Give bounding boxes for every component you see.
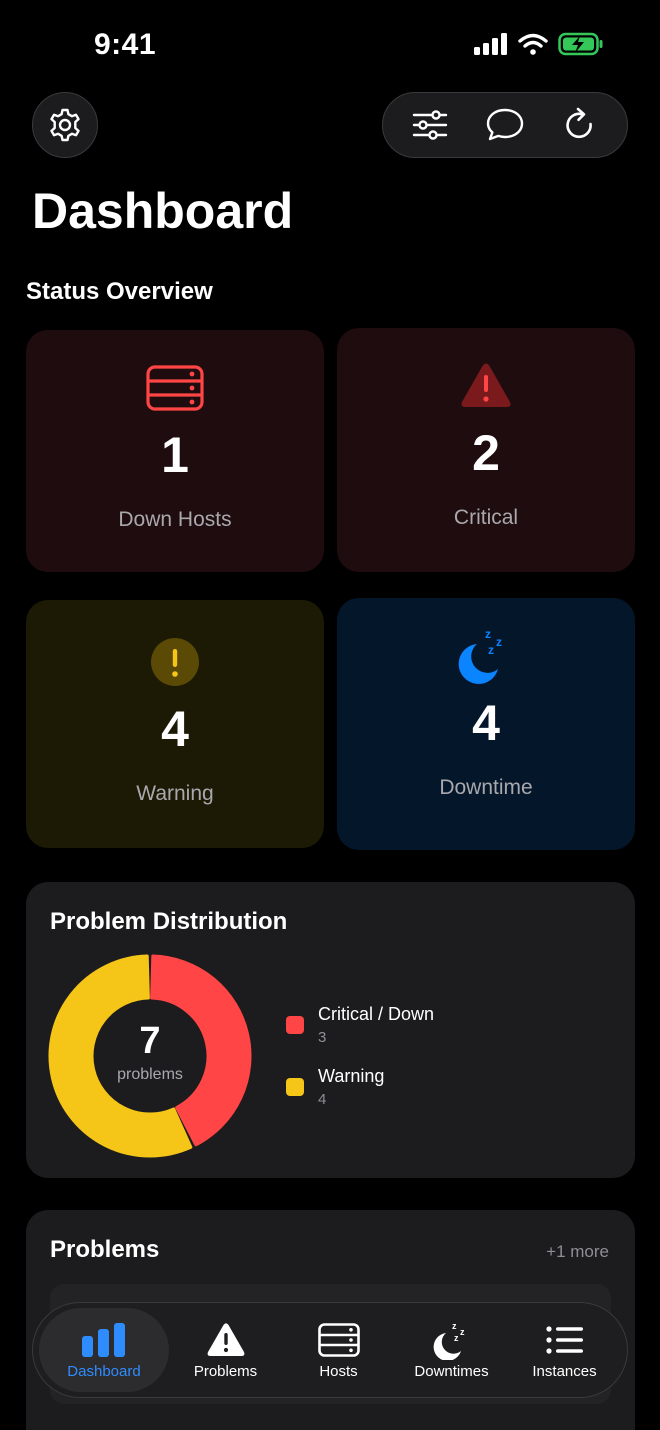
moon-zzz-icon: z z z	[433, 1321, 465, 1360]
critical-label: Critical	[453, 506, 519, 529]
distribution-title: Problem Distribution	[50, 908, 288, 935]
warning-label: Warning	[136, 782, 214, 805]
legend-value: 4	[318, 1091, 327, 1108]
wifi-icon	[518, 33, 548, 55]
header-actions	[382, 92, 628, 158]
tab-bar: Dashboard Problems Hosts z z z Downtimes…	[32, 1302, 628, 1398]
refresh-button[interactable]	[550, 95, 610, 155]
downtime-label: Downtime	[439, 776, 533, 799]
battery-charging-icon	[558, 32, 603, 56]
tab-downtimes[interactable]: z z z Downtimes	[395, 1308, 508, 1392]
svg-text:z: z	[496, 635, 502, 649]
critical-card[interactable]: 2 Critical	[337, 328, 635, 572]
legend-item-critical: Critical / Down 3	[286, 1004, 434, 1046]
filter-button[interactable]	[400, 95, 460, 155]
legend-value: 3	[318, 1029, 327, 1046]
tab-label: Problems	[193, 1362, 258, 1380]
status-bar: 9:41	[0, 0, 660, 90]
tab-hosts[interactable]: Hosts	[282, 1308, 395, 1392]
down-hosts-card[interactable]: 1 Down Hosts	[26, 330, 324, 572]
bar-chart-icon	[82, 1322, 125, 1357]
signal-icon	[474, 33, 507, 55]
screen: 9:41 Dashboard Status Overview 1 Down Ho…	[0, 0, 660, 1430]
down-hosts-label: Down Hosts	[118, 508, 232, 531]
sliders-icon	[413, 110, 448, 140]
tab-problems[interactable]: Problems	[169, 1308, 282, 1392]
status-icons	[474, 32, 604, 56]
legend-swatch-critical	[286, 1016, 304, 1034]
chat-bubble-icon	[486, 108, 524, 141]
tab-label: Hosts	[319, 1362, 358, 1380]
svg-text:z: z	[488, 643, 494, 657]
server-icon	[317, 1322, 360, 1357]
critical-count: 2	[472, 425, 500, 481]
distribution-legend: Critical / Down 3 Warning 4	[286, 1004, 434, 1128]
list-icon	[545, 1325, 583, 1354]
server-icon	[146, 365, 204, 411]
gear-icon	[50, 108, 80, 142]
donut-total: 7	[139, 1020, 161, 1062]
svg-text:z: z	[454, 1333, 459, 1343]
problem-distribution-panel: Problem Distribution 7 problems Critical…	[26, 882, 635, 1178]
tab-label: Instances	[532, 1362, 597, 1380]
chat-button[interactable]	[475, 95, 535, 155]
donut-caption: problems	[117, 1066, 183, 1083]
problems-title: Problems	[50, 1236, 160, 1263]
exclamation-circle-icon	[151, 638, 199, 686]
clock: 9:41	[94, 28, 157, 61]
page-title: Dashboard	[32, 183, 294, 239]
settings-button[interactable]	[32, 92, 98, 158]
tab-instances[interactable]: Instances	[508, 1308, 621, 1392]
warning-card[interactable]: 4 Warning	[26, 600, 324, 848]
moon-zzz-icon: z z z	[458, 627, 502, 684]
warning-count: 4	[161, 701, 189, 757]
tab-dashboard[interactable]: Dashboard	[39, 1308, 169, 1392]
legend-swatch-warning	[286, 1078, 304, 1096]
refresh-icon	[565, 107, 592, 139]
donut-center: 7 problems	[48, 954, 252, 1158]
warning-triangle-icon	[461, 363, 511, 407]
legend-item-warning: Warning 4	[286, 1066, 434, 1108]
more-problems-link[interactable]: +1 more	[546, 1242, 609, 1262]
legend-name: Warning	[318, 1066, 385, 1086]
legend-name: Critical / Down	[318, 1004, 435, 1024]
svg-text:z: z	[485, 627, 491, 641]
downtime-count: 4	[472, 695, 500, 751]
svg-text:z: z	[452, 1321, 457, 1331]
tab-label: Downtimes	[414, 1362, 489, 1380]
svg-text:z: z	[460, 1327, 465, 1337]
downtime-card[interactable]: z z z 4 Downtime	[337, 598, 635, 850]
down-hosts-count: 1	[161, 427, 189, 483]
tab-label: Dashboard	[67, 1362, 141, 1380]
status-overview-title: Status Overview	[26, 278, 213, 305]
warning-triangle-icon	[207, 1322, 244, 1356]
